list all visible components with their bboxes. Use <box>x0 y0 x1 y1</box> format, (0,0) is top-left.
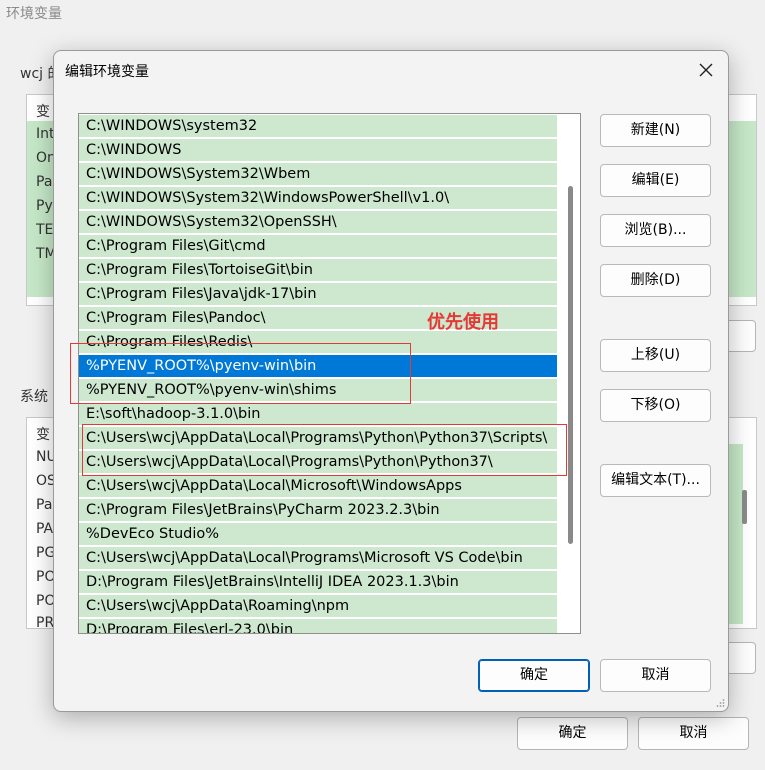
path-item[interactable]: C:\Users\wcj\AppData\Roaming\npm <box>79 595 557 618</box>
path-item[interactable]: C:\WINDOWS\System32\Wbem <box>79 163 557 186</box>
user-var-item[interactable]: Int <box>36 126 55 142</box>
annotation-label: 优先使用 <box>427 312 499 333</box>
move-down-button[interactable]: 下移(O) <box>600 389 711 422</box>
path-item[interactable]: C:\Program Files\TortoiseGit\bin <box>79 259 557 282</box>
dialog-title: 编辑环境变量 <box>65 64 149 80</box>
path-item[interactable]: C:\WINDOWS\System32\WindowsPowerShell\v1… <box>79 187 557 210</box>
path-item[interactable]: C:\WINDOWS\System32\OpenSSH\ <box>79 211 557 234</box>
parent-window-title: 环境变量 <box>6 6 62 22</box>
annotation-box-python37 <box>82 424 567 476</box>
path-item[interactable]: C:\WINDOWS\system32 <box>79 115 557 138</box>
system-vars-group-label: 系统 <box>20 389 48 405</box>
user-vars-list-right-edge <box>729 94 757 306</box>
system-vars-list-right-edge <box>729 417 757 629</box>
browse-button[interactable]: 浏览(B)... <box>600 214 711 247</box>
path-item[interactable]: C:\Users\wcj\AppData\Local\Programs\Micr… <box>79 547 557 570</box>
system-vars-scrollbar-thumb[interactable] <box>742 490 747 524</box>
system-var-item[interactable]: PA <box>36 521 53 537</box>
edit-text-button[interactable]: 编辑文本(T)... <box>600 464 711 497</box>
parent-ok-button[interactable]: 确定 <box>517 717 628 750</box>
system-var-item[interactable]: PR <box>36 615 54 627</box>
user-vars-row-bg-right <box>729 121 756 297</box>
close-button[interactable] <box>692 57 720 83</box>
user-var-item[interactable]: Py <box>36 198 53 214</box>
system-vars-row-bg-right <box>729 444 743 624</box>
delete-button[interactable]: 删除(D) <box>600 264 711 297</box>
parent-cancel-button[interactable]: 取消 <box>638 717 749 750</box>
edit-button[interactable]: 编辑(E) <box>600 164 711 197</box>
move-up-button[interactable]: 上移(U) <box>600 339 711 372</box>
path-item[interactable]: %DevEco Studio% <box>79 523 557 546</box>
new-button[interactable]: 新建(N) <box>600 114 711 147</box>
path-item[interactable]: E:\soft\hadoop-3.1.0\bin <box>79 403 557 426</box>
path-item[interactable]: C:\Program Files\Git\cmd <box>79 235 557 258</box>
resize-grip-icon[interactable] <box>715 698 725 708</box>
close-icon <box>699 63 713 77</box>
user-vars-button-edge[interactable] <box>729 320 756 352</box>
annotation-box-pyenv <box>70 343 411 404</box>
ok-button[interactable]: 确定 <box>478 659 590 692</box>
path-item[interactable]: C:\Users\wcj\AppData\Local\Microsoft\Win… <box>79 475 557 498</box>
path-list-scrollbar[interactable] <box>568 186 573 544</box>
cancel-button[interactable]: 取消 <box>600 659 711 692</box>
system-var-item[interactable]: Pa <box>36 497 52 513</box>
system-vars-header: 变 <box>36 427 50 443</box>
path-item[interactable]: C:\Program Files\Java\jdk-17\bin <box>79 283 557 306</box>
path-item[interactable]: D:\Program Files\JetBrains\IntelliJ IDEA… <box>79 571 557 594</box>
path-item[interactable]: D:\Program Files\erl-23.0\bin <box>79 619 557 633</box>
system-vars-button-edge[interactable] <box>729 642 756 674</box>
path-item[interactable]: C:\Program Files\JetBrains\PyCharm 2023.… <box>79 499 557 522</box>
path-item[interactable]: C:\WINDOWS <box>79 139 557 162</box>
user-var-item[interactable]: TE <box>36 222 53 238</box>
user-var-item[interactable]: Pa <box>36 174 52 190</box>
user-vars-header: 变 <box>36 104 50 120</box>
